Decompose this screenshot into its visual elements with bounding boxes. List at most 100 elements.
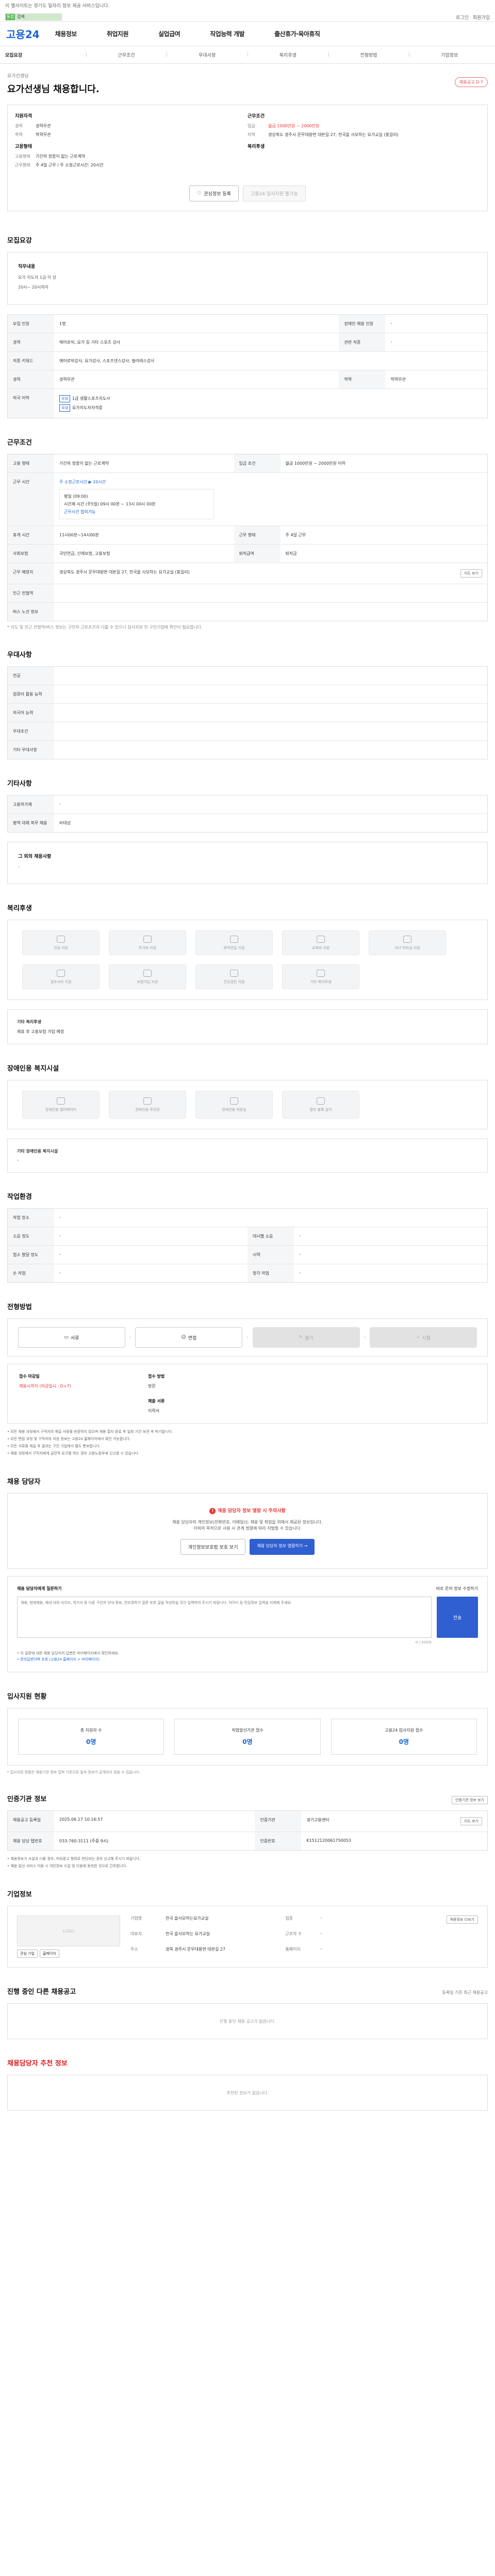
field-title: 직무내용 bbox=[18, 264, 36, 269]
row-value bbox=[54, 741, 487, 759]
welfare-info-value: 제휴 후 고용보험 가입 예정 bbox=[17, 1029, 64, 1034]
company-value: 경북 경주시 문무대왕면 대본길 27 bbox=[166, 1947, 226, 1952]
row-label: 소음 정도 bbox=[8, 1227, 54, 1246]
company-more-button[interactable]: 채용정보 더보기 bbox=[446, 1916, 478, 1924]
ongoing-section: 진행 중인 다른 채용공고 등록일 기준 최근 채용공고 진행 중인 채용 공고가… bbox=[7, 1968, 488, 2039]
section-title: 기타사항 bbox=[7, 780, 32, 788]
tab-preference[interactable]: 우대사항 bbox=[167, 52, 248, 58]
field-desc: 요가 지도자 1급 이 상 bbox=[18, 275, 57, 280]
row-value: 11시00분~14시00분 bbox=[54, 526, 234, 545]
cert-map-button[interactable]: 지도 보기 bbox=[460, 1817, 482, 1825]
summary-label: 학력 bbox=[15, 132, 23, 137]
tab-process[interactable]: 전형방법 bbox=[328, 52, 409, 58]
send-button[interactable]: 전송 bbox=[437, 1597, 478, 1638]
row-label: 시력 bbox=[248, 1245, 294, 1264]
row-label: 임금 조건 bbox=[234, 454, 280, 473]
search-box[interactable]: 통합 검색 bbox=[5, 13, 62, 21]
row-value: - bbox=[385, 315, 487, 333]
facility-item: 장애인용 엘리베이터 bbox=[22, 1091, 100, 1118]
welfare-label: 경조사비 지원 bbox=[50, 979, 72, 984]
cert-item: 요가지도자자격증 bbox=[72, 405, 103, 410]
row-value: 학력무관 bbox=[385, 370, 487, 389]
gnb-menu-benefit[interactable]: 실업급여 bbox=[158, 29, 180, 38]
row-value bbox=[54, 703, 487, 722]
welfare-item: 기타 복리후생 bbox=[282, 964, 359, 989]
row-value: - bbox=[54, 1209, 487, 1227]
row-label: 우대조건 bbox=[8, 722, 54, 741]
welfare-label: 연금 지원 bbox=[54, 945, 68, 950]
stat-value: 0명 bbox=[242, 1738, 253, 1745]
login-link[interactable]: 로그인 bbox=[456, 14, 469, 21]
stat-label: 고용24 입사지원 접수 bbox=[385, 1728, 423, 1733]
step-interview: ☺ 면접 bbox=[135, 1327, 243, 1348]
welfare-item: 경조사비 지원 bbox=[22, 964, 100, 989]
gnb-menu-training[interactable]: 직업능력 개발 bbox=[210, 29, 244, 38]
section-title: 모집요강 bbox=[7, 237, 32, 245]
cert-info-button[interactable]: 인증기관 정보 보기 bbox=[452, 1796, 488, 1804]
question-input[interactable] bbox=[17, 1597, 432, 1638]
search-input[interactable]: 검색 bbox=[15, 14, 61, 20]
company-interest-button[interactable]: 관심 기업 bbox=[17, 1950, 38, 1958]
footer-space bbox=[0, 2111, 495, 2131]
tab-condition[interactable]: 근무조건 bbox=[86, 52, 167, 58]
summary-label: 경력 bbox=[15, 124, 23, 128]
check-icon: ✓ bbox=[416, 1335, 420, 1340]
welfare-label: 주거비 지원 bbox=[138, 945, 157, 950]
recruit-table: 모집 인원 1명 장애인 채용 인원 - 경력 에어로빅, 요가 등 기타 스포츠 강사… bbox=[8, 315, 487, 418]
row-label: 채용공고 등록일 bbox=[8, 1811, 54, 1832]
row-label: 고용 형태 bbox=[8, 454, 54, 473]
signup-link[interactable]: 회원가입 bbox=[473, 14, 490, 21]
apply-button[interactable]: 고용24 입사지원 불가능 bbox=[242, 185, 306, 201]
question-history-link[interactable]: • 문의답변이력 조회 (고용24 홈페이지 > 마이페이지) bbox=[17, 1656, 478, 1663]
gnb-menu-leave[interactable]: 출산휴가·육아휴직 bbox=[274, 29, 320, 38]
note-item: • 채용 알선 서비스 이용 시 개인정보 수집 및 이용에 동의한 것으로 간… bbox=[7, 1864, 127, 1868]
welfare-item: 주거비 지원 bbox=[109, 930, 186, 955]
gnb-menu-jobs[interactable]: 채용정보 bbox=[55, 29, 77, 38]
row-value: - bbox=[59, 1270, 61, 1275]
note-item: • 모든 면접 과정 및 구직자의 지원 정보는 고용24 홈페이지에서 확인 … bbox=[7, 1437, 131, 1441]
tab-recruit[interactable]: 모집요강 bbox=[5, 52, 86, 58]
company-label: 홈페이지 bbox=[285, 1947, 301, 1952]
row-value: 국민연금, 산재보험, 고용보험 bbox=[54, 544, 234, 563]
search-scope[interactable]: 통합 bbox=[6, 14, 15, 20]
question-edit-link[interactable]: 바로 문의 정보 수정하기 bbox=[436, 1586, 478, 1591]
pension-icon bbox=[57, 935, 65, 943]
apply-info: 접수 마감일 채용시까지 (마감일시 : D+7) 접수 방법 방문 제출 서류… bbox=[7, 1364, 488, 1423]
apply-method-label: 접수 방법 bbox=[148, 1374, 165, 1379]
view-manager-button[interactable]: 채용 담당자 정보 열람하기 → bbox=[250, 1539, 315, 1555]
company-value: - bbox=[320, 1946, 322, 1951]
row-label: 사회보험 bbox=[8, 544, 54, 563]
language-value: 우대 1급 생활스포츠지도사 우대 요가지도자자격증 bbox=[54, 389, 487, 418]
gnb-menu-support[interactable]: 취업지원 bbox=[107, 29, 129, 38]
row-label: 인증번호 bbox=[255, 1832, 302, 1850]
map-button[interactable]: 지도 보기 bbox=[460, 569, 482, 578]
tab-welfare[interactable]: 복리후생 bbox=[248, 52, 328, 58]
gift-icon bbox=[57, 969, 65, 977]
row-label: 외국어 능력 bbox=[8, 703, 54, 722]
company-homepage-button[interactable]: 홈페이지 bbox=[40, 1950, 59, 1958]
privacy-law-button[interactable]: 개인정보보호법 보호 보기 bbox=[180, 1539, 246, 1555]
section-title: 전형방법 bbox=[7, 1303, 32, 1311]
facility-label: 점자 블록 설치 bbox=[309, 1107, 332, 1112]
process-section: 전형방법 ▭ 서류 › ☺ 면접 › ✎ 필기 › ✓ 시험 접수 마감일 채용시까지 … bbox=[7, 1283, 488, 1456]
row-label: 데시벨 소음 bbox=[248, 1227, 294, 1246]
document-icon: ▭ bbox=[64, 1335, 69, 1340]
interest-button[interactable]: ♡ 관심정보 등록 bbox=[189, 185, 239, 201]
note-item: • 채용정보가 사실과 다를 경우, 허위광고 행위로 판단되는 경우 신고해 … bbox=[7, 1857, 141, 1861]
section-title: 입사지원 현황 bbox=[7, 1693, 47, 1701]
summary-value: 경력무관 bbox=[36, 124, 51, 128]
time-line: 근무시간 협의가능 bbox=[64, 510, 96, 514]
step-label: 필기 bbox=[305, 1335, 314, 1341]
site-logo[interactable]: 고용24 bbox=[6, 26, 40, 41]
cert-notes: • 채용정보가 사실과 다를 경우, 허위광고 행위로 판단되는 경우 신고해 … bbox=[7, 1856, 488, 1869]
row-value: 월급 1000만원 ~ 2000만원 이하 bbox=[280, 454, 487, 473]
tab-company[interactable]: 기업정보 bbox=[409, 52, 490, 58]
disabled-section: 장애인용 복지시설 장애인용 엘리베이터 장애인용 주차장 장애인용 화장실 점… bbox=[7, 1044, 488, 1173]
warning-text: 채용 담당자의 개인정보(전화번호, 이메일)는 채용 및 취업을 위해서 제공… bbox=[172, 1520, 323, 1524]
row-value: - bbox=[385, 333, 487, 352]
section-title: 채용 담당자 bbox=[7, 1478, 41, 1486]
recruit-section: 모집요강 직무내용 요가 지도자 1급 이 상 20시~ 20시까지 모집 인원… bbox=[7, 216, 488, 418]
row-label: 버스 노선 정보 bbox=[8, 602, 54, 621]
section-title: 우대사항 bbox=[7, 651, 32, 659]
arrow-icon: › bbox=[364, 1335, 366, 1340]
